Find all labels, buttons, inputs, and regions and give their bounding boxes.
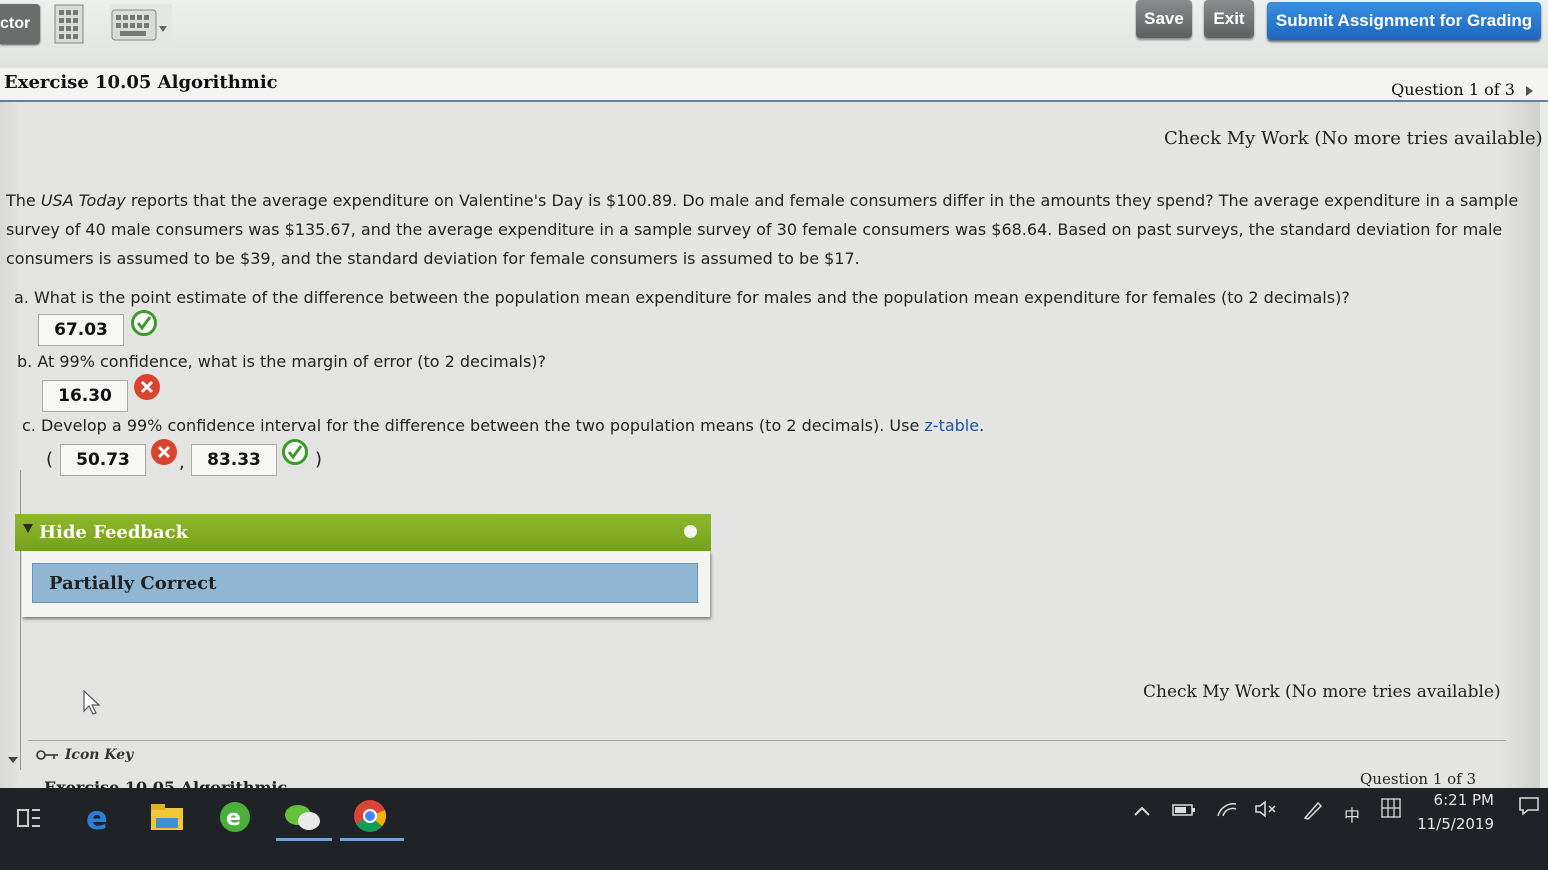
top-toolbar: ctor Save Exit Submit Assignment for Gra… (0, 0, 1548, 68)
ime-grid-icon[interactable] (1381, 798, 1401, 818)
part-c-text: c. Develop a 99% confidence interval for… (22, 416, 925, 435)
calculator-button[interactable]: ctor (0, 4, 40, 44)
exit-button[interactable]: Exit (1204, 0, 1254, 38)
check-my-work-bottom[interactable]: Check My Work (No more tries available) (1143, 682, 1501, 702)
task-view-icon[interactable] (16, 806, 42, 830)
open-paren: ( (46, 449, 54, 470)
divider (28, 740, 1506, 741)
question-position: Question 1 of 3 (1391, 80, 1515, 99)
file-explorer-icon[interactable] (150, 802, 184, 832)
wechat-icon[interactable] (284, 802, 322, 834)
exercise-header: Exercise 10.05 Algorithmic Question 1 of… (0, 68, 1548, 102)
pen-icon[interactable] (1302, 800, 1324, 820)
incorrect-x-icon (151, 439, 177, 465)
feedback-status-icon (684, 525, 697, 538)
svg-text:e: e (226, 806, 241, 831)
chevron-down-icon[interactable] (8, 757, 18, 763)
svg-text:e: e (86, 800, 108, 834)
edge-browser-icon[interactable]: e (82, 800, 116, 834)
active-app-indicator (340, 838, 404, 841)
wifi-icon[interactable] (1216, 800, 1238, 818)
exercise-title: Exercise 10.05 Algorithmic (4, 72, 278, 93)
volume-muted-icon[interactable] (1254, 800, 1278, 818)
z-table-link[interactable]: z-table (924, 416, 979, 435)
check-my-work-top[interactable]: Check My Work (No more tries available) (1164, 128, 1543, 149)
key-icon (36, 750, 58, 760)
part-c-upper-field[interactable]: 83.33 (191, 444, 277, 476)
next-arrow-icon[interactable] (1524, 85, 1534, 97)
problem-statement: The USA Today reports that the average e… (6, 186, 1536, 273)
hide-feedback-toggle[interactable]: Hide Feedback (15, 514, 711, 551)
active-app-indicator (276, 838, 332, 841)
close-paren: ) (315, 449, 323, 470)
submit-assignment-button[interactable]: Submit Assignment for Grading (1267, 2, 1541, 40)
feedback-result: Partially Correct (49, 573, 217, 594)
problem-text-body: reports that the average expenditure on … (6, 191, 1519, 268)
battery-icon[interactable] (1172, 803, 1196, 817)
part-b-answer-field[interactable]: 16.30 (42, 380, 128, 412)
ime-indicator[interactable]: 中 (1344, 802, 1360, 826)
part-c-question: c. Develop a 99% confidence interval for… (22, 416, 984, 435)
ie-browser-icon[interactable]: e (218, 800, 252, 834)
problem-text-start: The (6, 191, 41, 210)
save-button[interactable]: Save (1136, 0, 1192, 38)
mouse-cursor-icon (83, 690, 101, 715)
feedback-result-box: Partially Correct (32, 563, 698, 603)
problem-source: USA Today (40, 191, 126, 210)
question-navigator[interactable]: Question 1 of 3 (1391, 80, 1534, 99)
part-b-question: b. At 99% confidence, what is the margin… (17, 352, 547, 371)
feedback-panel: Partially Correct (22, 551, 710, 617)
icon-key-toggle[interactable]: Icon Key (36, 747, 133, 763)
chrome-icon[interactable] (352, 798, 388, 834)
part-c-lower-field[interactable]: 50.73 (60, 444, 146, 476)
chevron-up-icon[interactable] (1132, 804, 1152, 818)
system-clock[interactable]: 6:21 PM 11/5/2019 (1417, 788, 1494, 836)
notification-icon[interactable] (1518, 796, 1540, 816)
part-c-period: . (979, 416, 985, 435)
clock-time: 6:21 PM (1433, 791, 1494, 809)
comma: , (179, 452, 185, 473)
part-a-question: a. What is the point estimate of the dif… (14, 288, 1350, 307)
icon-key-label: Icon Key (64, 747, 134, 763)
calculator-icon[interactable] (54, 4, 84, 44)
part-a-answer-field[interactable]: 67.03 (38, 314, 124, 346)
triangle-down-icon (23, 524, 33, 533)
correct-check-icon (131, 310, 157, 336)
incorrect-x-icon (134, 374, 160, 400)
footer-question-position: Question 1 of 3 (1360, 770, 1477, 788)
clock-date: 11/5/2019 (1417, 815, 1494, 833)
os-taskbar: e e 中 6:21 PM 11/5/2019 (0, 788, 1548, 870)
keyboard-icon[interactable] (110, 4, 172, 44)
correct-check-icon (282, 439, 308, 465)
hide-feedback-label: Hide Feedback (39, 522, 189, 543)
